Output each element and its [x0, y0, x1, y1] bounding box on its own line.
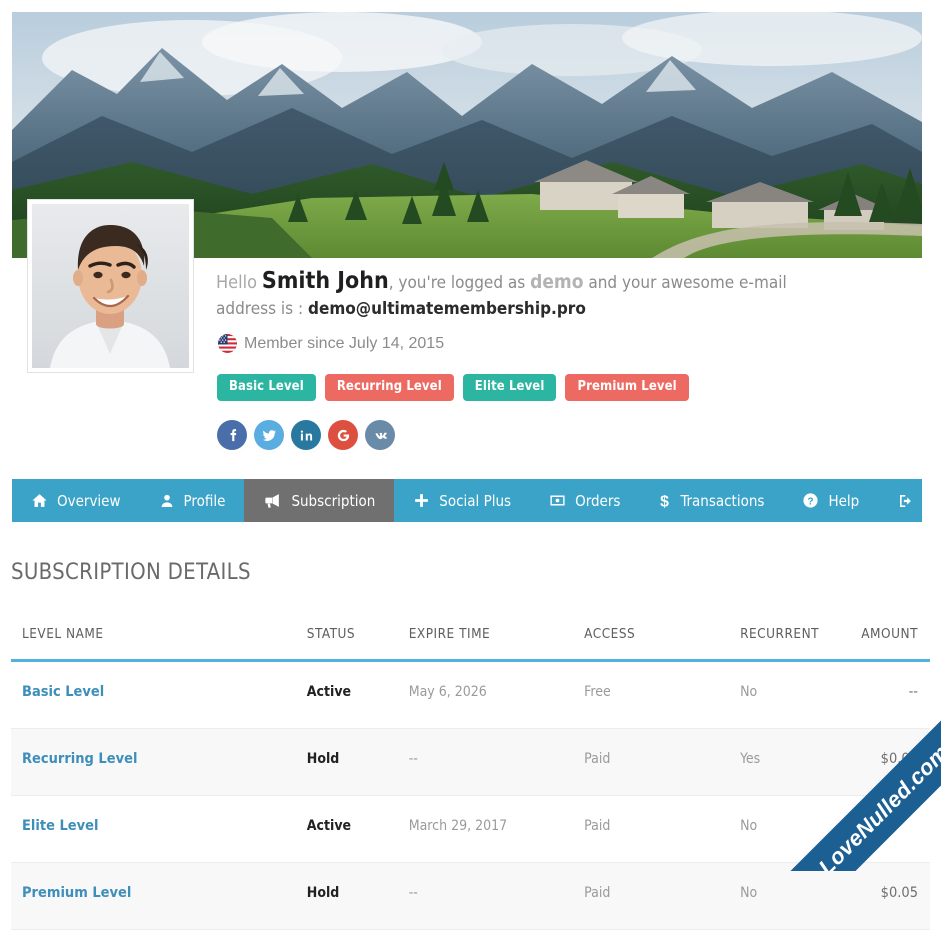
banknote-icon: [550, 495, 565, 506]
row-expire: --: [408, 728, 585, 796]
table-header-row: LEVEL NAME STATUS EXPIRE TIME ACCESS REC…: [11, 626, 930, 661]
row-recurrent: Yes: [740, 728, 862, 796]
greeting-name: Smith John: [261, 268, 389, 294]
greeting-hello: Hello: [216, 272, 258, 293]
row-recurrent: No: [740, 795, 862, 863]
col-header-access: ACCESS: [584, 626, 636, 642]
nav-label-transactions: Transactions: [680, 491, 765, 510]
google-icon[interactable]: [328, 420, 358, 450]
nav-item-help[interactable]: ? Help: [783, 479, 878, 522]
twitter-icon[interactable]: [254, 420, 284, 450]
row-expire: May 6, 2026: [408, 660, 585, 729]
row-status: Hold: [306, 885, 340, 901]
col-header-status: STATUS: [306, 626, 356, 642]
level-badge-premium: Premium Level: [565, 374, 689, 401]
svg-text:$: $: [661, 493, 670, 510]
level-badge-elite: Elite Level: [462, 374, 557, 401]
dollar-icon: $: [661, 493, 670, 510]
megaphone-icon: [265, 494, 280, 508]
subscription-details-table: LEVEL NAME STATUS EXPIRE TIME ACCESS REC…: [11, 626, 930, 930]
nav-item-social-plus[interactable]: Social Plus: [394, 479, 530, 522]
row-level-name[interactable]: Basic Level: [22, 684, 104, 700]
nav-label-profile: Profile: [183, 491, 226, 510]
greeting-username: demo: [530, 271, 584, 293]
nav-label-help: Help: [828, 491, 860, 510]
greeting-address-label: address is :: [216, 299, 304, 319]
nav-item-subscription[interactable]: Subscription: [244, 479, 395, 522]
row-level-name[interactable]: Premium Level: [22, 885, 131, 901]
nav-item-logout[interactable]: [878, 479, 941, 522]
row-amount: --: [908, 684, 918, 700]
svg-text:?: ?: [808, 496, 814, 507]
row-status: Active: [306, 818, 352, 834]
level-badge-recurring: Recurring Level: [324, 374, 454, 401]
greeting-tail: and your awesome e-mail: [588, 273, 787, 293]
avatar-image: [32, 204, 189, 368]
table-row: Recurring Level Hold -- Paid Yes $0.01: [11, 728, 930, 796]
main-navigation: Overview Profile Subscription Social Plu…: [12, 479, 922, 522]
row-expire: --: [408, 862, 585, 930]
row-recurrent: No: [740, 862, 862, 930]
nav-label-overview: Overview: [57, 491, 121, 510]
row-recurrent: No: [740, 660, 862, 729]
level-badge-basic: Basic Level: [217, 374, 316, 401]
user-icon: [161, 494, 172, 507]
row-level-name[interactable]: Elite Level: [22, 818, 98, 834]
member-since-text: Member since July 14, 2015: [244, 334, 445, 352]
table-row: Elite Level Active March 29, 2017 Paid N…: [11, 795, 930, 863]
row-amount: $0.05: [880, 885, 918, 901]
linkedin-icon[interactable]: [291, 420, 321, 450]
facebook-icon[interactable]: [217, 420, 247, 450]
row-status: Hold: [306, 751, 340, 767]
row-expire: March 29, 2017: [408, 795, 585, 863]
logout-icon: [900, 494, 912, 507]
page-title: SUBSCRIPTION DETAILS: [11, 560, 251, 585]
nav-label-orders: Orders: [575, 491, 621, 510]
row-amount: $0.01: [880, 751, 918, 767]
col-header-level-name: LEVEL NAME: [22, 626, 104, 642]
row-access: Free: [584, 660, 741, 729]
plus-icon: [415, 494, 429, 507]
greeting-email: demo@ultimatemembership.pro: [308, 299, 586, 319]
greeting-text: Hello Smith John, you're logged as demo …: [216, 268, 816, 322]
row-status: Active: [306, 684, 352, 700]
member-since: Member since July 14, 2015: [218, 334, 444, 353]
nav-label-subscription: Subscription: [291, 491, 376, 510]
col-header-amount: AMOUNT: [861, 626, 918, 642]
home-icon: [32, 494, 47, 507]
nav-item-transactions[interactable]: $ Transactions: [639, 479, 783, 522]
avatar: [28, 200, 193, 372]
table-row: Basic Level Active May 6, 2026 Free No -…: [11, 660, 930, 729]
col-header-expire: EXPIRE TIME: [408, 626, 491, 642]
membership-level-badges: Basic Level Recurring Level Elite Level …: [217, 374, 689, 401]
table-body: Basic Level Active May 6, 2026 Free No -…: [11, 660, 930, 930]
row-access: Paid: [584, 795, 741, 863]
question-circle-icon: ?: [803, 493, 819, 508]
row-access: Paid: [584, 862, 741, 930]
us-flag-icon: [218, 334, 237, 353]
col-header-recurrent: RECURRENT: [740, 626, 820, 642]
table-row: Premium Level Hold -- Paid No $0.05: [11, 862, 930, 930]
table-header: LEVEL NAME STATUS EXPIRE TIME ACCESS REC…: [11, 626, 930, 661]
vk-icon[interactable]: [365, 420, 395, 450]
greeting-mid: , you're logged as: [388, 273, 526, 293]
nav-label-social-plus: Social Plus: [439, 491, 512, 510]
nav-item-orders[interactable]: Orders: [530, 479, 639, 522]
row-level-name[interactable]: Recurring Level: [22, 751, 137, 767]
social-links: [217, 420, 395, 450]
nav-item-profile[interactable]: Profile: [140, 479, 245, 522]
row-access: Paid: [584, 728, 741, 796]
nav-item-overview[interactable]: Overview: [12, 479, 140, 522]
